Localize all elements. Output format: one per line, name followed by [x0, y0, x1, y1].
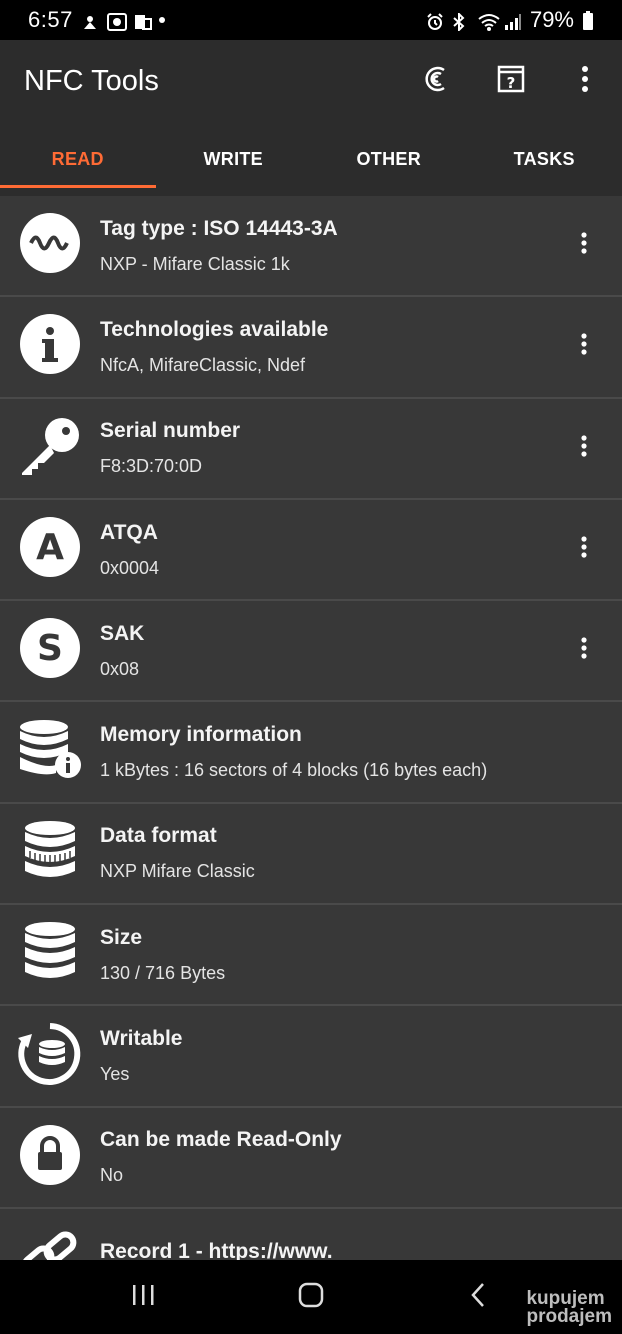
row-title: Size — [100, 925, 143, 949]
more-vert-icon — [581, 232, 587, 259]
info-icon — [19, 313, 81, 380]
watermark-line-2: prodajem — [526, 1306, 612, 1327]
clock: 6:57 — [28, 7, 73, 32]
lock-icon — [19, 1124, 81, 1191]
more-vert-icon — [581, 637, 587, 664]
row-menu-button[interactable] — [546, 317, 622, 377]
alarm-icon — [426, 11, 444, 30]
svg-text:S: S — [37, 628, 63, 669]
list-item-read-only[interactable]: Can be made Read-Only No — [0, 1108, 622, 1209]
row-value: 1 kBytes : 16 sectors of 4 blocks (16 by… — [100, 760, 488, 781]
row-value: NXP - Mifare Classic 1k — [100, 253, 290, 274]
battery-icon — [582, 11, 600, 30]
database-format-icon — [22, 820, 78, 887]
row-title: Can be made Read-Only — [100, 1128, 342, 1152]
app-bar: NFC Tools ? — [0, 40, 622, 122]
row-value: F8:3D:70:0D — [100, 456, 203, 477]
notification-app-icon — [133, 11, 152, 30]
list-item-serial-number[interactable]: Serial number F8:3D:70:0D — [0, 399, 622, 500]
letter-a-icon: A — [19, 516, 81, 583]
row-value: Yes — [100, 1064, 130, 1085]
recents-button[interactable] — [104, 1267, 184, 1327]
overflow-menu-icon — [581, 65, 589, 98]
more-vert-icon — [581, 333, 587, 360]
letter-s-icon: S — [19, 617, 81, 684]
row-title: SAK — [100, 621, 145, 645]
row-menu-button[interactable] — [546, 216, 622, 276]
home-button[interactable] — [271, 1267, 351, 1327]
tag-info-list: Tag type : ISO 14443-3A NXP - Mifare Cla… — [0, 196, 622, 1260]
help-icon: ? — [496, 64, 526, 99]
row-title: Tag type : ISO 14443-3A — [100, 216, 338, 240]
database-icon — [22, 921, 78, 988]
list-item-sak[interactable]: S SAK 0x08 — [0, 601, 622, 703]
home-icon — [298, 1282, 324, 1313]
svg-text:?: ? — [507, 74, 516, 92]
svg-text:A: A — [36, 527, 64, 568]
battery-percent: 79% — [529, 7, 574, 32]
row-title: Writable — [100, 1027, 183, 1051]
wifi-icon — [478, 11, 500, 31]
list-item-technologies[interactable]: Technologies available NfcA, MifareClass… — [0, 297, 622, 399]
status-bar: 6:57 79% — [0, 0, 622, 40]
notification-app-icon — [81, 11, 99, 29]
row-title: Memory information — [100, 723, 302, 747]
row-menu-button[interactable] — [546, 621, 622, 681]
database-refresh-icon — [18, 1022, 82, 1091]
link-icon — [19, 1225, 81, 1260]
more-vert-icon — [581, 435, 587, 462]
row-value: No — [100, 1165, 124, 1186]
watermark: kupujem prodajem — [526, 1289, 612, 1327]
nfc-scan-icon — [422, 64, 452, 99]
tab-write[interactable]: WRITE — [156, 122, 312, 196]
tab-bar: READ WRITE OTHER TASKS — [0, 122, 622, 196]
notification-app-icon — [106, 11, 127, 31]
list-item-writable[interactable]: Writable Yes — [0, 1006, 622, 1108]
list-item-size[interactable]: Size 130 / 716 Bytes — [0, 905, 622, 1007]
row-menu-button[interactable] — [546, 418, 622, 478]
recents-icon — [131, 1284, 157, 1311]
back-button[interactable] — [438, 1267, 518, 1327]
row-value: NfcA, MifareClassic, Ndef — [100, 354, 306, 375]
more-vert-icon — [581, 536, 587, 563]
list-item-memory-information[interactable]: Memory information 1 kBytes : 16 sectors… — [0, 702, 622, 804]
list-item-record-1[interactable]: Record 1 - https://www. — [0, 1209, 622, 1260]
key-icon — [18, 415, 82, 482]
tab-other[interactable]: OTHER — [311, 122, 467, 196]
row-menu-button[interactable] — [546, 520, 622, 580]
row-title: Technologies available — [100, 317, 329, 341]
row-value: NXP Mifare Classic — [100, 861, 255, 882]
app-title: NFC Tools — [24, 64, 159, 97]
row-title: Record 1 - https://www. — [100, 1240, 333, 1260]
list-item-atqa[interactable]: A ATQA 0x0004 — [0, 500, 622, 602]
wave-icon — [19, 212, 81, 279]
row-value: 130 / 716 Bytes — [100, 962, 226, 983]
more-notifications-icon — [158, 17, 165, 23]
row-title: Serial number — [100, 419, 241, 443]
signal-icon — [504, 11, 522, 30]
row-title: Data format — [100, 824, 217, 848]
overflow-menu-button[interactable] — [548, 51, 622, 111]
list-item-data-format[interactable]: Data format NXP Mifare Classic — [0, 804, 622, 906]
tab-tasks[interactable]: TASKS — [467, 122, 622, 196]
nfc-scan-button[interactable] — [400, 51, 474, 111]
help-button[interactable]: ? — [474, 51, 548, 111]
row-value: 0x08 — [100, 658, 140, 679]
row-value: 0x0004 — [100, 557, 160, 578]
bluetooth-icon — [452, 11, 470, 33]
row-title: ATQA — [100, 520, 158, 544]
database-info-icon — [18, 719, 82, 786]
back-icon — [470, 1282, 486, 1313]
tab-read[interactable]: READ — [0, 122, 156, 196]
list-item-tag-type[interactable]: Tag type : ISO 14443-3A NXP - Mifare Cla… — [0, 196, 622, 298]
